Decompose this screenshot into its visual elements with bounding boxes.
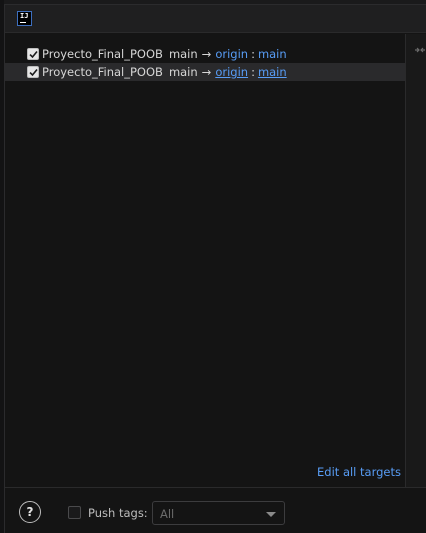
push-dialog: IJ Proyecto_Final_POOB main → origin : m… (4, 4, 426, 533)
intellij-icon: IJ (17, 11, 32, 26)
remote-separator: : (251, 65, 255, 79)
chevron-down-icon (266, 512, 276, 517)
tags-select[interactable]: All (152, 501, 285, 525)
remote-link[interactable]: origin (215, 47, 248, 61)
push-row[interactable]: Proyecto_Final_POOB main → origin : main (5, 45, 405, 63)
repository-name: Proyecto_Final_POOB (42, 65, 163, 79)
push-tags-label: Push tags: (88, 506, 148, 520)
commit-tree-pane: Proyecto_Final_POOB main → origin : main… (5, 34, 405, 487)
arrow-icon: → (201, 47, 212, 61)
push-row[interactable]: Proyecto_Final_POOB main → origin : main (5, 63, 405, 81)
dialog-footer: ? Push tags: All (5, 487, 426, 533)
tags-select-value: All (160, 507, 175, 521)
repo-checkbox[interactable] (27, 48, 39, 60)
target-branch-link[interactable]: main (258, 47, 287, 61)
title-bar: IJ (5, 5, 426, 33)
repo-checkbox[interactable] (27, 66, 39, 78)
arrow-icon: → (201, 65, 212, 79)
edit-all-targets-link[interactable]: Edit all targets (317, 465, 401, 479)
target-branch-link[interactable]: main (258, 65, 287, 79)
remote-link[interactable]: origin (215, 65, 248, 79)
collapse-arrows-icon[interactable] (414, 44, 426, 56)
commit-details-pane (405, 34, 426, 487)
repository-name: Proyecto_Final_POOB (42, 47, 163, 61)
local-branch: main (168, 65, 198, 79)
push-tags-checkbox[interactable] (68, 506, 81, 519)
remote-separator: : (251, 47, 255, 61)
local-branch: main (168, 47, 198, 61)
help-button[interactable]: ? (19, 501, 41, 523)
